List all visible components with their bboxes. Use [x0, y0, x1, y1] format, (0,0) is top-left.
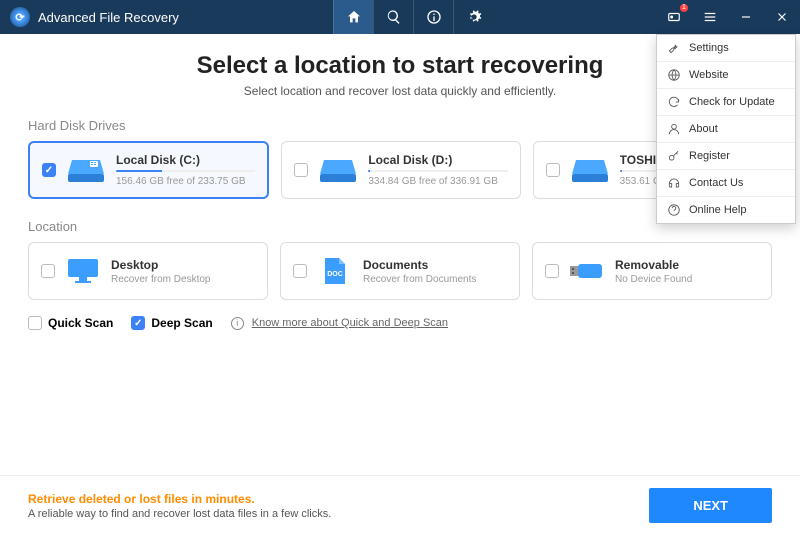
wrench-icon — [667, 41, 681, 55]
drive-info: 156.46 GB free of 233.75 GB — [116, 176, 255, 187]
nav-info[interactable] — [413, 0, 453, 34]
menu-label: Settings — [689, 42, 729, 54]
drive-checkbox[interactable] — [294, 163, 308, 177]
info-icon: i — [231, 317, 244, 330]
hamburger-menu-button[interactable] — [692, 0, 728, 34]
footer-headline: Retrieve deleted or lost files in minute… — [28, 492, 331, 506]
close-button[interactable] — [764, 0, 800, 34]
location-name: Desktop — [111, 258, 255, 272]
quick-scan-label: Quick Scan — [48, 316, 113, 330]
scan-options: Quick Scan Deep Scan i Know more about Q… — [28, 316, 772, 330]
location-card-removable[interactable]: Removable No Device Found — [532, 242, 772, 300]
help-icon — [667, 203, 681, 217]
nav-search[interactable] — [373, 0, 413, 34]
menu-item-website[interactable]: Website — [657, 62, 795, 89]
deep-scan-label: Deep Scan — [151, 316, 212, 330]
nav-home[interactable] — [333, 0, 373, 34]
menu-label: Check for Update — [689, 96, 775, 108]
location-card-desktop[interactable]: Desktop Recover from Desktop — [28, 242, 268, 300]
user-icon — [667, 122, 681, 136]
footer: Retrieve deleted or lost files in minute… — [0, 475, 800, 535]
quick-scan-checkbox[interactable] — [28, 316, 42, 330]
location-info: No Device Found — [615, 274, 759, 285]
location-info: Recover from Documents — [363, 274, 507, 285]
nav-tabs — [333, 0, 493, 34]
location-info: Recover from Desktop — [111, 274, 255, 285]
refresh-icon — [667, 95, 681, 109]
next-button[interactable]: NEXT — [649, 488, 772, 523]
globe-icon — [667, 68, 681, 82]
nav-settings[interactable] — [453, 0, 493, 34]
document-icon: DOC — [317, 256, 353, 286]
drive-icon — [570, 156, 610, 184]
notification-badge: 1 — [680, 4, 688, 12]
drive-name: Local Disk (D:) — [368, 153, 507, 167]
location-checkbox[interactable] — [41, 264, 55, 278]
location-name: Removable — [615, 258, 759, 272]
know-more-link[interactable]: Know more about Quick and Deep Scan — [252, 317, 448, 329]
drive-icon — [66, 156, 106, 184]
menu-label: Contact Us — [689, 177, 743, 189]
location-checkbox[interactable] — [545, 264, 559, 278]
monitor-icon — [65, 256, 101, 286]
menu-item-contact[interactable]: Contact Us — [657, 170, 795, 197]
deep-scan-option[interactable]: Deep Scan — [131, 316, 212, 330]
menu-label: About — [689, 123, 718, 135]
quick-scan-option[interactable]: Quick Scan — [28, 316, 113, 330]
usb-icon — [569, 256, 605, 286]
drive-info: 334.84 GB free of 336.91 GB — [368, 176, 507, 187]
footer-sub: A reliable way to find and recover lost … — [28, 508, 331, 520]
notification-button[interactable]: 1 — [656, 0, 692, 34]
app-title: Advanced File Recovery — [38, 10, 179, 25]
drive-checkbox[interactable] — [42, 163, 56, 177]
key-icon — [667, 149, 681, 163]
minimize-button[interactable] — [728, 0, 764, 34]
titlebar: ⟳ Advanced File Recovery 1 — [0, 0, 800, 34]
menu-label: Register — [689, 150, 730, 162]
drive-checkbox[interactable] — [546, 163, 560, 177]
svg-text:DOC: DOC — [327, 271, 343, 278]
deep-scan-checkbox[interactable] — [131, 316, 145, 330]
menu-label: Website — [689, 69, 729, 81]
drive-name: Local Disk (C:) — [116, 153, 255, 167]
location-name: Documents — [363, 258, 507, 272]
location-checkbox[interactable] — [293, 264, 307, 278]
drive-card-c[interactable]: Local Disk (C:) 156.46 GB free of 233.75… — [28, 141, 269, 199]
menu-item-about[interactable]: About — [657, 116, 795, 143]
location-card-documents[interactable]: DOC Documents Recover from Documents — [280, 242, 520, 300]
menu-item-register[interactable]: Register — [657, 143, 795, 170]
drive-card-d[interactable]: Local Disk (D:) 334.84 GB free of 336.91… — [281, 141, 520, 199]
hamburger-dropdown-menu: Settings Website Check for Update About … — [656, 34, 796, 224]
drive-icon — [318, 156, 358, 184]
menu-item-settings[interactable]: Settings — [657, 35, 795, 62]
menu-item-update[interactable]: Check for Update — [657, 89, 795, 116]
app-logo-icon: ⟳ — [10, 7, 30, 27]
menu-label: Online Help — [689, 204, 746, 216]
headset-icon — [667, 176, 681, 190]
locations-row: Desktop Recover from Desktop DOC Documen… — [28, 242, 772, 300]
menu-item-help[interactable]: Online Help — [657, 197, 795, 223]
